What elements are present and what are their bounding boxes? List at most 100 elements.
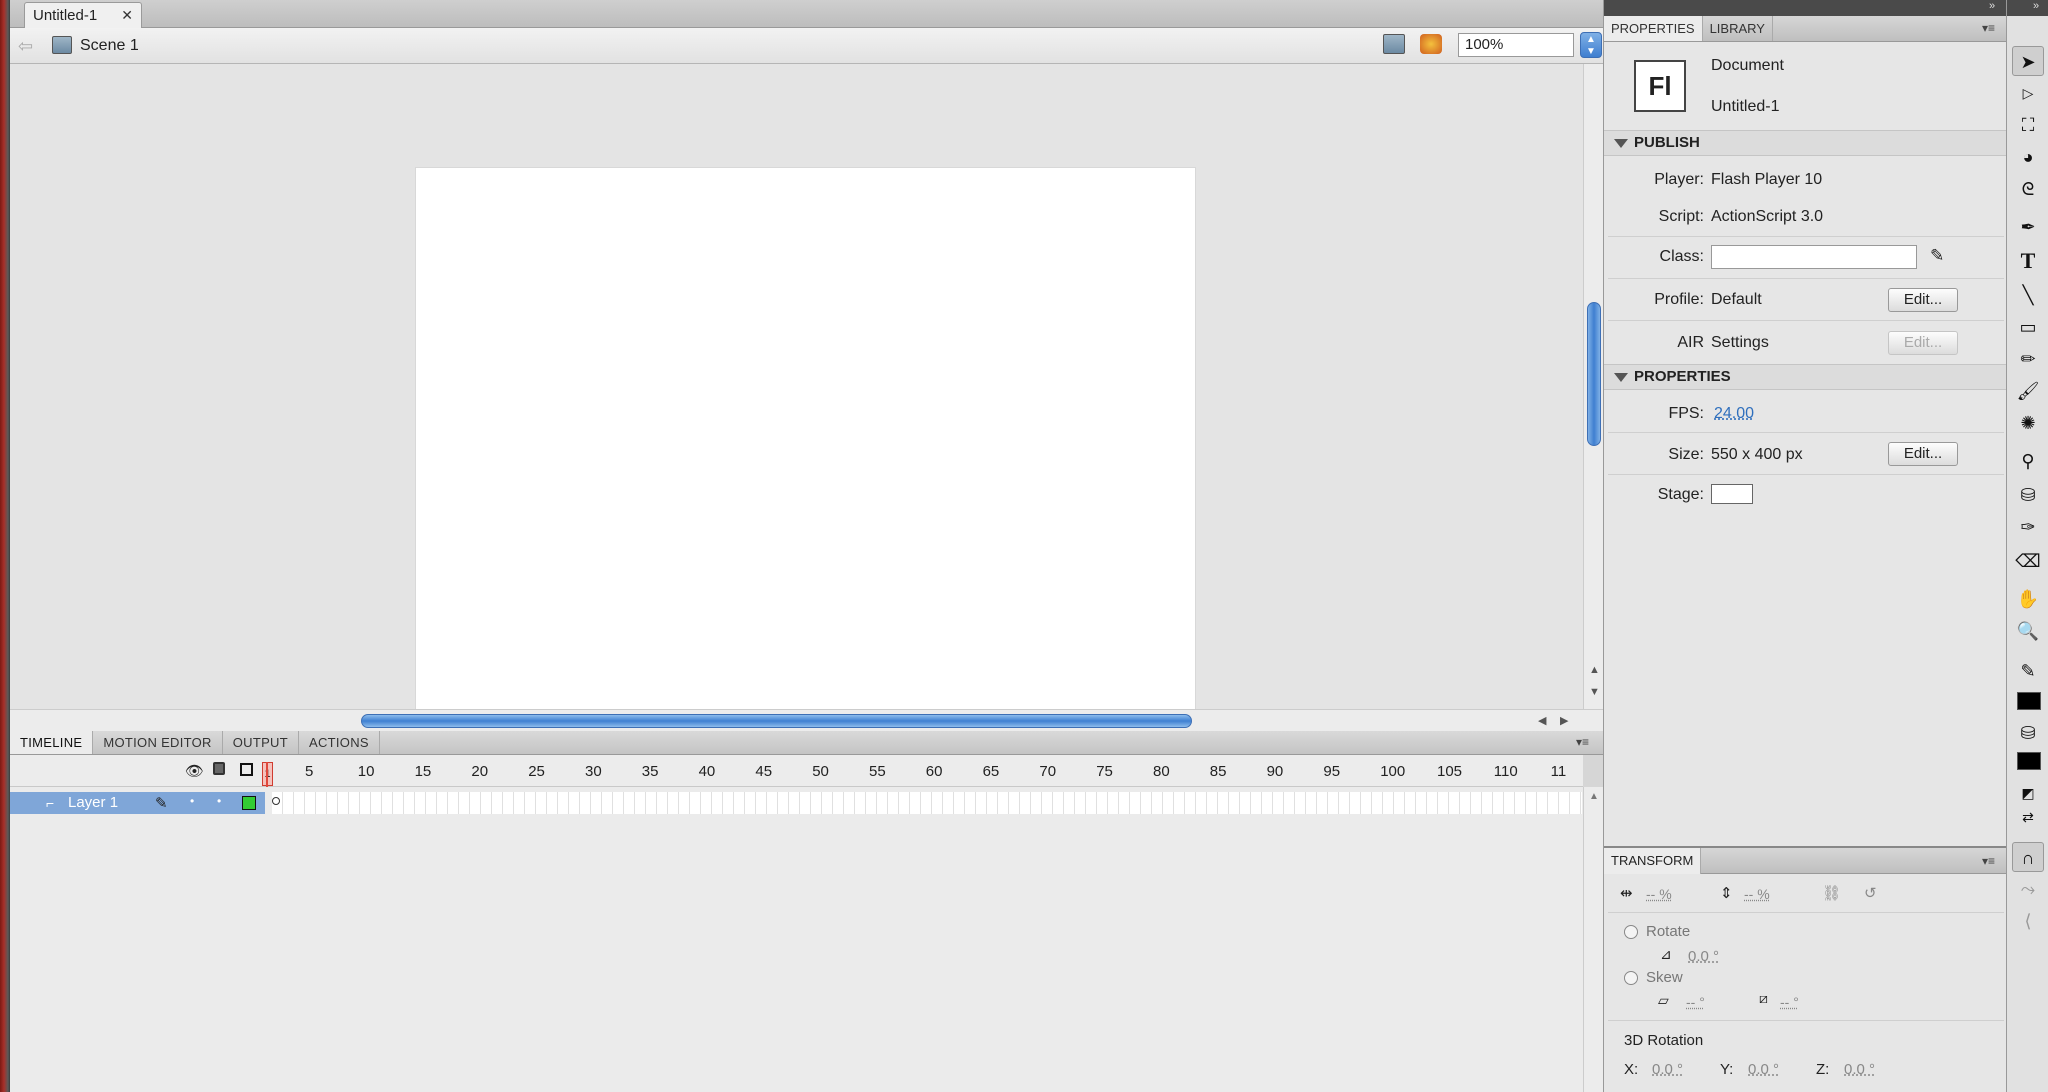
- y-rotation-value[interactable]: 0.0 °: [1748, 1061, 1779, 1078]
- skew-vertical-value[interactable]: -- °: [1780, 994, 1799, 1010]
- stage[interactable]: [415, 167, 1196, 735]
- rotate-value[interactable]: 0.0 °: [1688, 948, 1719, 965]
- text-tool-icon[interactable]: T: [2012, 246, 2044, 276]
- hand-tool-icon[interactable]: ✋: [2012, 584, 2044, 614]
- air-edit-button[interactable]: Edit...: [1888, 331, 1958, 355]
- publish-section-header[interactable]: PUBLISH: [1604, 130, 2007, 156]
- vertical-scroll-thumb[interactable]: [1587, 302, 1601, 446]
- class-input[interactable]: [1711, 245, 1917, 269]
- eyedropper-tool-icon[interactable]: ✑: [2012, 512, 2044, 542]
- stage-horizontal-scrollbar[interactable]: ◀ ▶: [10, 709, 1603, 731]
- reset-icon[interactable]: ↺: [1864, 884, 1877, 902]
- tab-output[interactable]: OUTPUT: [223, 731, 299, 754]
- scroll-up-icon[interactable]: ▲: [1589, 664, 1600, 676]
- frame-number: 25: [528, 763, 545, 780]
- size-edit-button[interactable]: Edit...: [1888, 442, 1958, 466]
- timeline-vertical-scrollbar[interactable]: ▲: [1583, 787, 1603, 1092]
- constrain-link-icon[interactable]: ⛓: [1822, 884, 1841, 902]
- x-rotation-value[interactable]: 0.0 °: [1652, 1061, 1683, 1078]
- document-tab-bar: Untitled-1 ✕: [10, 0, 1603, 28]
- zoom-tool-icon[interactable]: 🔍: [2012, 616, 2044, 646]
- paint-bucket-tool-icon[interactable]: ⛁: [2012, 480, 2044, 510]
- tab-transform[interactable]: TRANSFORM: [1604, 848, 1702, 874]
- brush-tool-icon[interactable]: 🖌: [2012, 376, 2044, 406]
- skew-radio[interactable]: [1624, 971, 1638, 985]
- layer-outline-color-box[interactable]: [242, 796, 256, 810]
- skew-horizontal-value[interactable]: -- °: [1686, 994, 1705, 1010]
- stroke-color-pencil-icon[interactable]: ✎: [2012, 656, 2044, 686]
- scene-label[interactable]: Scene 1: [80, 37, 139, 55]
- bone-tool-icon[interactable]: ⚲: [2012, 446, 2044, 476]
- tab-actions[interactable]: ACTIONS: [299, 731, 380, 754]
- skew-horizontal-icon: ▱: [1658, 992, 1669, 1008]
- layer-name[interactable]: Layer 1: [68, 794, 118, 811]
- eye-icon[interactable]: 👁: [185, 762, 204, 780]
- close-icon[interactable]: ✕: [121, 7, 133, 24]
- z-rotation-value[interactable]: 0.0 °: [1844, 1061, 1875, 1078]
- tab-motion-editor[interactable]: MOTION EDITOR: [93, 731, 223, 754]
- rotate-icon: ⊿: [1660, 946, 1672, 962]
- disclosure-triangle-icon[interactable]: [1614, 373, 1628, 382]
- profile-value: Default: [1711, 291, 1762, 308]
- frame-number: 35: [641, 763, 659, 780]
- properties-section-header[interactable]: PROPERTIES: [1604, 364, 2007, 390]
- horizontal-scroll-thumb[interactable]: [361, 714, 1192, 728]
- layer-row[interactable]: ⌐ Layer 1 ✎ • •: [10, 792, 265, 814]
- panel-menu-icon[interactable]: ▾≡: [1982, 21, 1995, 35]
- rectangle-tool-icon[interactable]: ▭: [2012, 312, 2044, 342]
- subselection-tool-icon[interactable]: ▷: [2012, 78, 2044, 108]
- fill-color-bucket-icon[interactable]: ⛁: [2012, 718, 2044, 748]
- eraser-tool-icon[interactable]: ⌫: [2012, 546, 2044, 576]
- rotate-radio[interactable]: [1624, 925, 1638, 939]
- frame-number: 95: [1323, 763, 1341, 780]
- straighten-icon[interactable]: ⟨: [2012, 906, 2044, 936]
- pasteboard: [10, 64, 1583, 735]
- visibility-dot-icon[interactable]: •: [190, 794, 194, 808]
- width-percent[interactable]: -- %: [1646, 886, 1672, 902]
- outline-icon[interactable]: [240, 763, 253, 776]
- document-tab[interactable]: Untitled-1 ✕: [24, 2, 142, 28]
- panel-menu-icon[interactable]: ▾≡: [1982, 854, 1995, 868]
- pencil-tool-icon[interactable]: ✏: [2012, 344, 2044, 374]
- stage-vertical-scrollbar[interactable]: ▲ ▼: [1583, 64, 1603, 709]
- tab-properties[interactable]: PROPERTIES: [1604, 16, 1703, 41]
- frame-number: 45: [755, 763, 773, 780]
- zoom-field[interactable]: 100%: [1458, 33, 1574, 57]
- stage-color-swatch[interactable]: [1711, 484, 1753, 504]
- edit-symbols-icon[interactable]: [1420, 34, 1442, 54]
- collapse-arrows-icon[interactable]: »: [1989, 0, 1995, 12]
- layer-frames[interactable]: [272, 792, 1582, 814]
- line-tool-icon[interactable]: ╲: [2012, 280, 2044, 310]
- pen-tool-icon[interactable]: ✒: [2012, 212, 2044, 242]
- selection-tool-icon[interactable]: ➤: [2012, 46, 2044, 76]
- deco-tool-icon[interactable]: ✺: [2012, 408, 2044, 438]
- free-transform-tool-icon[interactable]: ⛶: [2012, 110, 2044, 140]
- profile-edit-button[interactable]: Edit...: [1888, 288, 1958, 312]
- frame-number: 11: [1550, 763, 1567, 780]
- tab-library[interactable]: LIBRARY: [1703, 16, 1773, 41]
- lock-dot-icon[interactable]: •: [217, 794, 221, 808]
- collapse-arrows-icon[interactable]: »: [2033, 0, 2039, 12]
- back-arrow-icon[interactable]: ⇦: [18, 36, 33, 57]
- swap-colors-icon[interactable]: ⇄: [2012, 802, 2044, 832]
- stroke-color-swatch[interactable]: [2017, 692, 2041, 710]
- zoom-stepper[interactable]: ▲ ▼: [1580, 32, 1602, 58]
- pencil-icon[interactable]: ✎: [1930, 246, 1944, 266]
- height-percent[interactable]: -- %: [1744, 886, 1770, 902]
- fps-value[interactable]: 24.00: [1714, 405, 1754, 423]
- scroll-up-icon[interactable]: ▲: [1589, 791, 1599, 802]
- smooth-icon[interactable]: ⤳: [2012, 874, 2044, 904]
- blank-keyframe-icon[interactable]: [272, 797, 280, 805]
- lock-icon[interactable]: [213, 762, 225, 775]
- lasso-tool-icon[interactable]: ᘓ: [2012, 174, 2044, 204]
- fill-color-swatch[interactable]: [2017, 752, 2041, 770]
- edit-scene-icon[interactable]: [1383, 34, 1405, 54]
- 3d-rotation-tool-icon[interactable]: ◕: [2012, 142, 2044, 172]
- snap-to-objects-icon[interactable]: ∩: [2012, 842, 2044, 872]
- scroll-down-icon[interactable]: ▼: [1589, 686, 1600, 698]
- panel-menu-icon[interactable]: ▾≡: [1576, 735, 1589, 749]
- scroll-left-icon[interactable]: ◀: [1538, 714, 1546, 727]
- scroll-right-icon[interactable]: ▶: [1560, 714, 1568, 727]
- disclosure-triangle-icon[interactable]: [1614, 139, 1628, 148]
- tab-timeline[interactable]: TIMELINE: [10, 731, 94, 754]
